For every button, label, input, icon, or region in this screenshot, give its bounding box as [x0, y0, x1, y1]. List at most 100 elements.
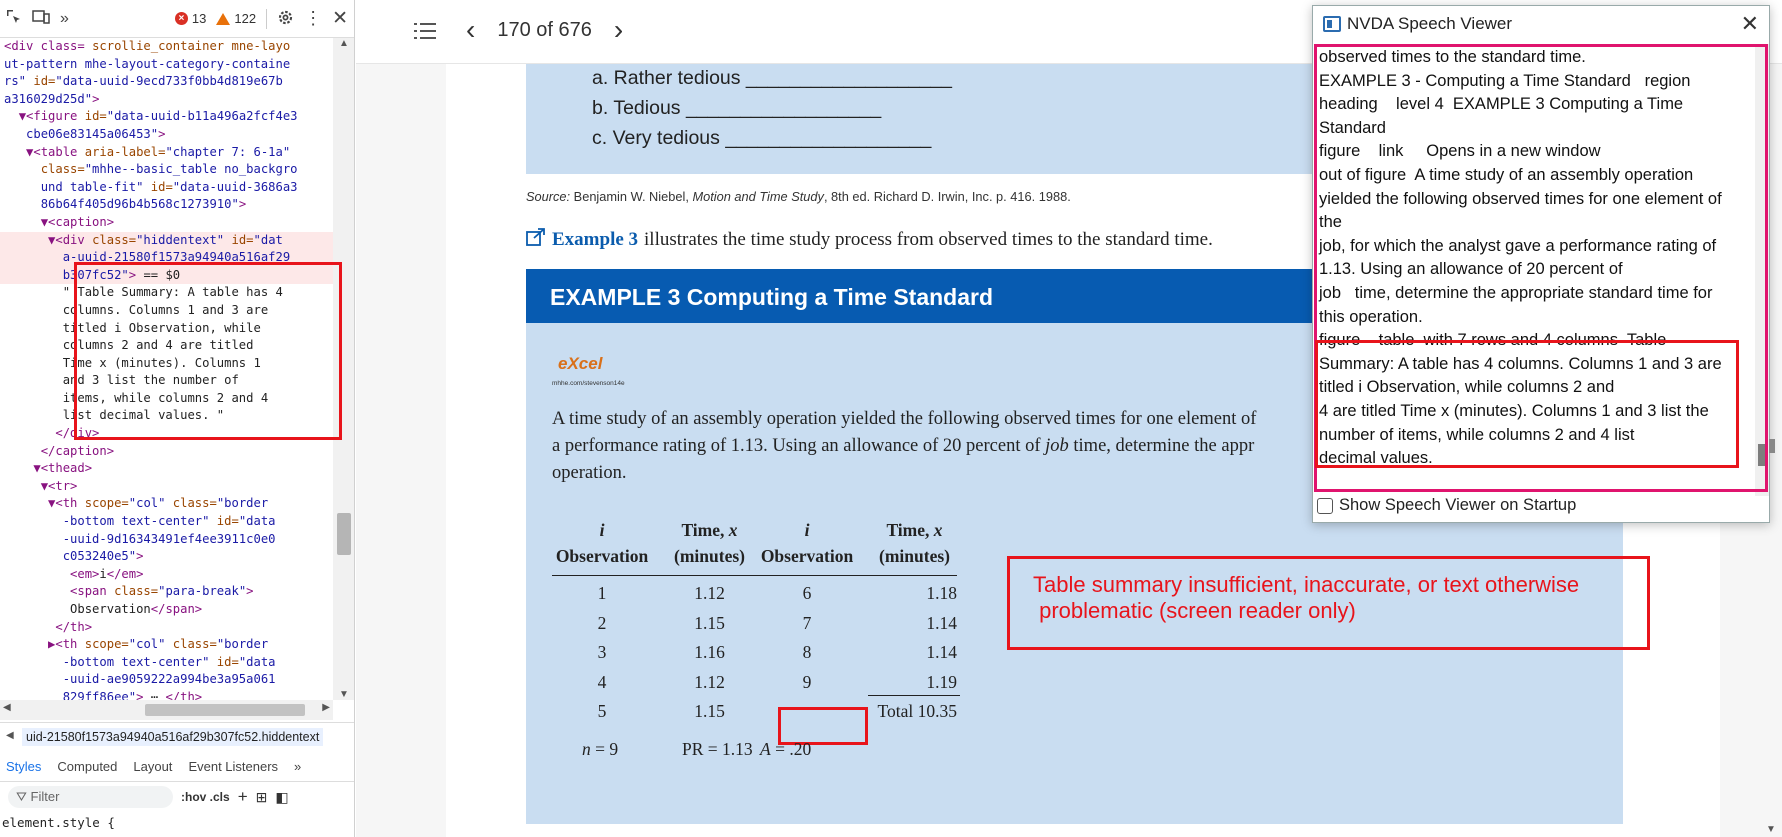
dom-tree-line[interactable]: ▶<th scope="col" class="border [0, 636, 333, 654]
dom-tree-line[interactable]: ▼<table aria-label="chapter 7: 6-1a" [0, 144, 333, 162]
question-item: a. Rather tedious ___________________ [592, 67, 952, 89]
nvda-close-icon[interactable]: ✕ [1741, 11, 1759, 37]
error-count-badge[interactable]: × 13 [174, 11, 207, 26]
dom-tree-line[interactable]: <em>i</em> [0, 566, 333, 584]
show-on-startup-label[interactable]: Show Speech Viewer on Startup [1339, 496, 1576, 515]
warning-icon [216, 12, 231, 25]
dom-tree-line[interactable]: Observation</span> [0, 601, 333, 619]
table-cell: 8 [802, 642, 812, 662]
scrollbar-thumb[interactable] [1769, 439, 1775, 453]
example-3-link[interactable]: Example 3 [552, 229, 638, 251]
styles-filter-bar: ⛛ Filter :hov .cls + ⊞ ◧ [0, 782, 354, 812]
table-total-cell: Total 10.35 [877, 701, 957, 721]
dom-tree-line[interactable]: ▼<figure id="data-uuid-b11a496a2fcf4e3 [0, 108, 333, 126]
dom-tree-line[interactable]: -bottom text-center" id="data [0, 654, 333, 672]
startup-option: Show Speech Viewer on Startup [1317, 496, 1576, 515]
dom-tree-line[interactable]: </th> [0, 619, 333, 637]
tab-event-listeners[interactable]: Event Listeners [188, 759, 278, 774]
excel-logo-url: mhhe.com/stevenson14e [552, 380, 625, 387]
example-text-span: a performance rating of 1.13. Using an a… [552, 436, 1046, 456]
table-cell: 1.16 [694, 642, 725, 662]
scrollbar-thumb[interactable] [337, 513, 351, 555]
devtools-toolbar: » × 13 122 ⋮ ✕ [0, 0, 354, 38]
more-panels-icon[interactable]: » [294, 759, 301, 774]
dom-tree-line[interactable]: -bottom text-center" id="data [0, 513, 333, 531]
dom-tree-line[interactable]: ▼<caption> [0, 214, 333, 232]
table-cell: 3 [597, 642, 607, 662]
dom-tree-line[interactable]: ut-pattern mhe-layout-category-containe [0, 56, 333, 74]
scrollbar-thumb[interactable] [145, 704, 305, 716]
breadcrumb-left-icon[interactable]: ◀ [6, 730, 14, 741]
tab-computed[interactable]: Computed [57, 759, 117, 774]
pseudo-class-toggles[interactable]: :hov .cls [181, 790, 230, 804]
tab-styles[interactable]: Styles [6, 759, 41, 774]
tab-layout[interactable]: Layout [133, 759, 172, 774]
table-cell: 1.15 [694, 701, 725, 721]
question-item: c. Very tedious ___________________ [592, 127, 932, 149]
dom-tree-line[interactable]: <span class="para-break"> [0, 583, 333, 601]
error-count: 13 [191, 11, 207, 26]
table-of-contents-icon[interactable] [414, 22, 436, 45]
example-text-italic: job [1045, 436, 1069, 456]
element-state-icon[interactable]: ⊞ [256, 789, 268, 806]
table-cell: 1.12 [694, 583, 725, 603]
table-header-bottom: Observation [555, 546, 649, 566]
example-text-span: time, determine the appr [1068, 436, 1255, 456]
breadcrumb-item[interactable]: uid-21580f1573a94940a516af29b307fc52.hid… [22, 728, 324, 746]
next-page-icon[interactable]: › [614, 16, 623, 44]
show-on-startup-checkbox[interactable] [1317, 497, 1333, 514]
sum-rule [868, 695, 960, 696]
excel-logo[interactable]: eXcel mhhe.com/stevenson14e [552, 354, 625, 394]
scroll-down-icon[interactable]: ▼ [339, 689, 349, 700]
dom-tree-line[interactable]: ▼<thead> [0, 460, 333, 478]
new-rule-icon[interactable]: + [238, 787, 248, 807]
dom-tree-line[interactable]: a316029d25d"> [0, 91, 333, 109]
element-style-rule[interactable]: element.style { [0, 812, 354, 837]
dom-tree-line[interactable]: ▼<tr> [0, 478, 333, 496]
element-style-selector: element.style { [2, 815, 115, 830]
dom-tree-line[interactable]: und table-fit" id="data-uuid-3686a3 [0, 179, 333, 197]
scroll-left-icon[interactable]: ◀ [3, 702, 11, 713]
elements-horizontal-scrollbar[interactable]: ◀ ▶ [0, 700, 333, 720]
table-cell: 9 [802, 671, 812, 692]
styles-filter-input[interactable]: ⛛ Filter [8, 786, 173, 808]
device-toolbar-icon[interactable] [32, 9, 50, 28]
dom-tree-line[interactable]: 829ff86ee"> ⋯ </th> [0, 689, 333, 700]
dom-tree-line[interactable]: </caption> [0, 443, 333, 461]
table-cell: 1.14 [926, 612, 957, 633]
table-header-bottom: (minutes) [879, 546, 950, 566]
table-cell: 1.14 [926, 642, 957, 662]
nvda-app-icon [1323, 16, 1341, 32]
dom-breadcrumb[interactable]: ◀ uid-21580f1573a94940a516af29b307fc52.h… [0, 722, 354, 752]
source-title: Motion and Time Study [692, 189, 824, 204]
table-header-top: i [599, 520, 605, 540]
scroll-down-icon[interactable]: ▼ [1766, 824, 1776, 835]
dom-tree-line[interactable]: ▼<div class="hiddentext" id="dat [0, 231, 333, 250]
dom-tree-line[interactable]: c053240e5"> [0, 548, 333, 566]
more-tabs-icon[interactable]: » [60, 10, 69, 28]
nvda-title-bar: NVDA Speech Viewer ✕ [1313, 6, 1769, 42]
table-summary-speech-highlight-box [1315, 340, 1739, 468]
settings-gear-icon[interactable] [277, 9, 294, 29]
dom-tree-line[interactable]: cbe06e83145a06453"> [0, 126, 333, 144]
inspect-element-icon[interactable] [6, 9, 22, 28]
close-devtools-icon[interactable]: ✕ [332, 7, 348, 30]
dom-tree-line[interactable]: ▼<th scope="col" class="border [0, 495, 333, 513]
warning-count-badge[interactable]: 122 [216, 11, 256, 26]
previous-page-icon[interactable]: ‹ [466, 16, 475, 44]
scroll-right-icon[interactable]: ▶ [322, 702, 330, 713]
dom-tree-line[interactable]: -uuid-ae9059222a994be3a95a061 [0, 671, 333, 689]
dom-tree-line[interactable]: class="mhhe--basic_table no_backgro [0, 161, 333, 179]
scroll-up-icon[interactable]: ▲ [339, 38, 349, 49]
dom-tree-line[interactable]: <div class= scrollie_container mne-layo [0, 38, 333, 56]
dom-tree-line[interactable]: -uuid-9d16343491ef4ee3911c0e0 [0, 531, 333, 549]
table-header-top: Time, x [886, 520, 943, 540]
table-header-bottom: Observation [760, 546, 854, 566]
kebab-menu-icon[interactable]: ⋮ [304, 8, 322, 29]
dom-tree-line[interactable]: 86b64f405d96b4b568c1273910"> [0, 196, 333, 214]
external-link-icon[interactable] [526, 228, 546, 252]
source-citation: Source: Benjamin W. Niebel, Motion and T… [526, 189, 1071, 204]
table-cell: 2 [597, 612, 607, 633]
computed-sidebar-icon[interactable]: ◧ [275, 789, 288, 806]
dom-tree-line[interactable]: rs" id="data-uuid-9ecd733f0bb4d819e67b [0, 73, 333, 91]
